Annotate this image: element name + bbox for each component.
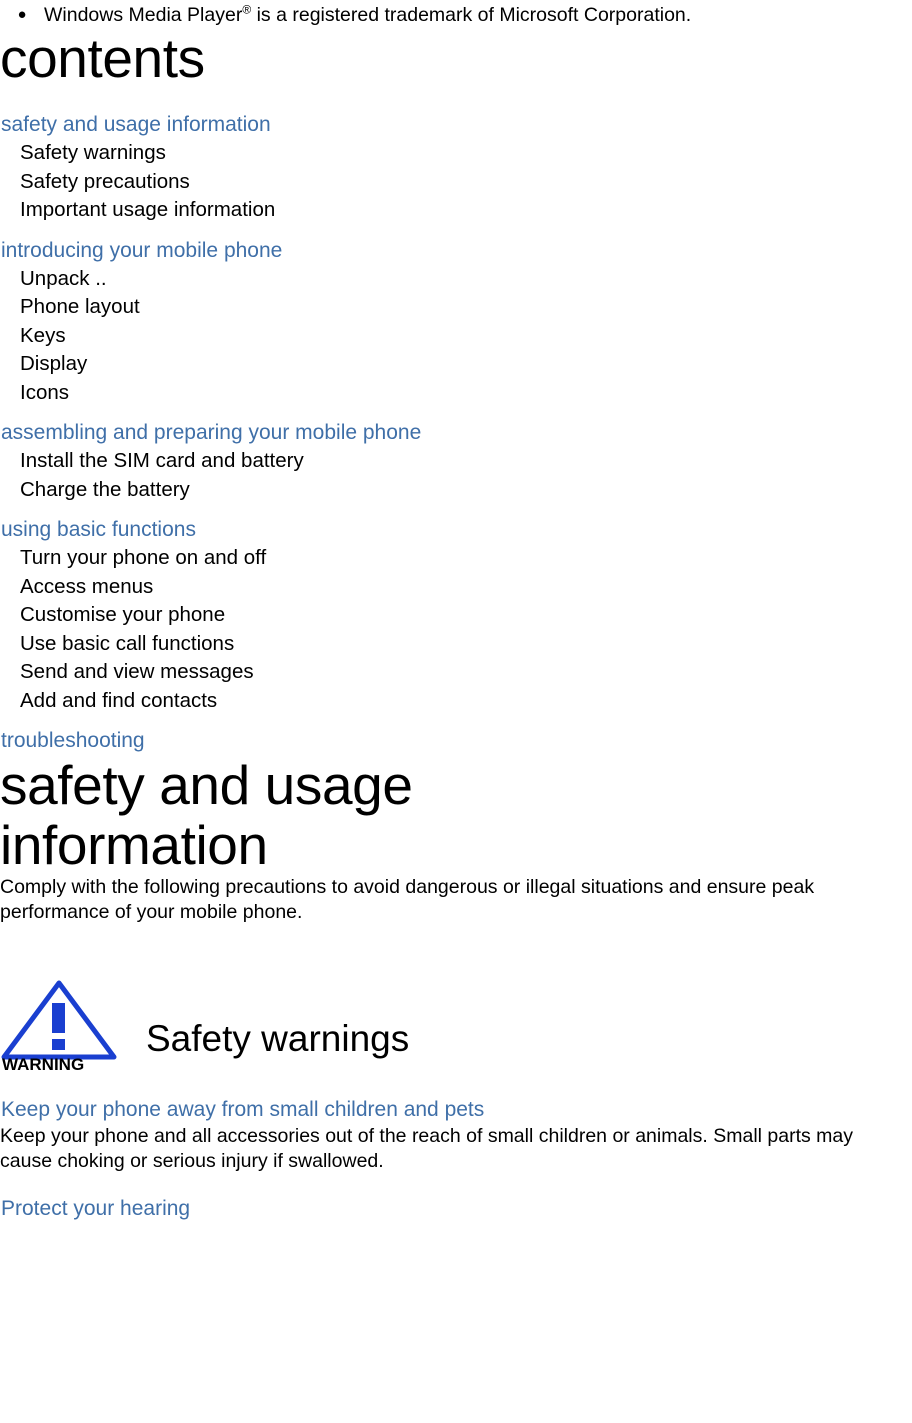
safety-warnings-title: Safety warnings <box>146 1018 410 1059</box>
warning-icon: WARNING <box>0 977 128 1073</box>
toc-entry[interactable]: Install the SIM card and battery <box>1 447 904 476</box>
toc-section-title[interactable]: assembling and preparing your mobile pho… <box>1 418 904 447</box>
toc-section-title[interactable]: introducing your mobile phone <box>1 236 904 265</box>
toc-section-title[interactable]: using basic functions <box>1 515 904 544</box>
toc-entry[interactable]: Safety precautions <box>1 168 904 197</box>
toc-section-title[interactable]: troubleshooting <box>1 726 904 755</box>
toc-entry[interactable]: Keys <box>1 322 904 351</box>
toc-group: introducing your mobile phone Unpack .. … <box>1 236 904 408</box>
trademark-text-after: is a registered trademark of Microsoft C… <box>251 4 692 26</box>
toc-entry[interactable]: Important usage information <box>1 196 904 225</box>
safety-warnings-block: WARNING Safety warnings <box>0 977 904 1073</box>
contents-heading: contents <box>0 27 205 89</box>
toc-entry[interactable]: Display <box>1 350 904 379</box>
registered-mark: ® <box>242 2 252 17</box>
toc-entry[interactable]: Safety warnings <box>1 139 904 168</box>
toc-entry[interactable]: Customise your phone <box>1 601 904 630</box>
toc-entry[interactable]: Add and find contacts <box>1 687 904 716</box>
trademark-bullet-line: ● Windows Media Player® is a registered … <box>0 0 904 28</box>
subheading-keep-away: Keep your phone away from small children… <box>1 1098 485 1121</box>
safety-chapter-heading: safety and usage information <box>0 754 413 876</box>
trademark-text-before: Windows Media Player <box>44 4 243 26</box>
trademark-text: Windows Media Player® is a registered tr… <box>44 2 691 28</box>
paragraph-keep-away: Keep your phone and all accessories out … <box>0 1125 854 1172</box>
toc-group: safety and usage information Safety warn… <box>1 110 904 225</box>
subheading-protect-hearing: Protect your hearing <box>1 1197 191 1220</box>
toc-entry[interactable]: Phone layout <box>1 293 904 322</box>
toc-entry[interactable]: Unpack .. <box>1 265 904 294</box>
toc-entry[interactable]: Access menus <box>1 573 904 602</box>
bullet-icon: ● <box>17 6 27 23</box>
toc-entry[interactable]: Use basic call functions <box>1 630 904 659</box>
safety-intro-paragraph: Comply with the following precautions to… <box>0 876 815 923</box>
toc-entry[interactable]: Charge the battery <box>1 476 904 505</box>
toc-group: troubleshooting <box>1 726 904 755</box>
toc-entry[interactable]: Turn your phone on and off <box>1 544 904 573</box>
warning-icon-label: WARNING <box>2 1055 84 1073</box>
document-page: ● Windows Media Player® is a registered … <box>0 0 912 1423</box>
table-of-contents: safety and usage information Safety warn… <box>1 110 904 755</box>
toc-entry[interactable]: Icons <box>1 379 904 408</box>
toc-entry[interactable]: Send and view messages <box>1 658 904 687</box>
toc-group: assembling and preparing your mobile pho… <box>1 418 904 504</box>
toc-group: using basic functions Turn your phone on… <box>1 515 904 715</box>
toc-section-title[interactable]: safety and usage information <box>1 110 904 139</box>
